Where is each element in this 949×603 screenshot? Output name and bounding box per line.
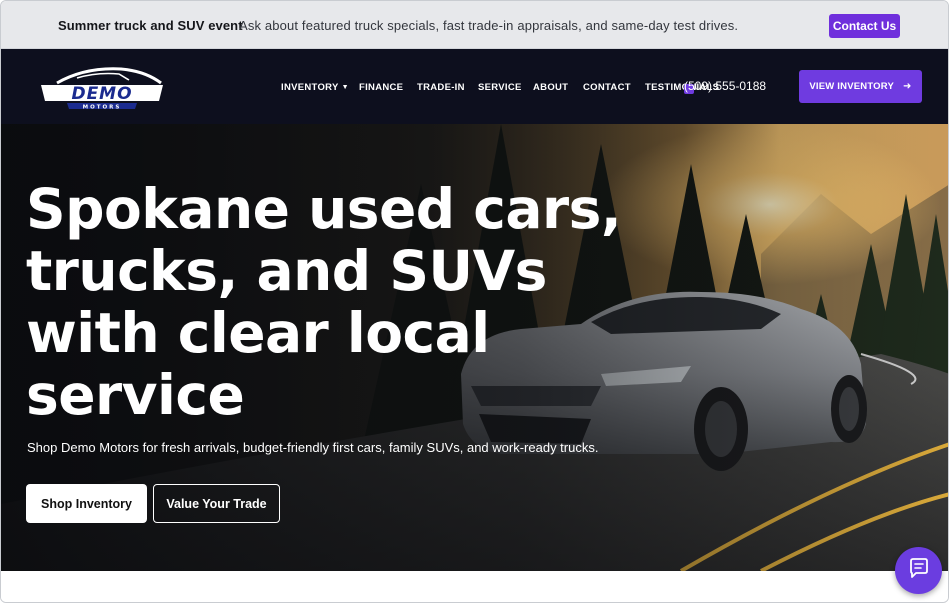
page-content-below-hero [1, 571, 948, 602]
announcement-bar: Summer truck and SUV event Ask about fea… [1, 1, 948, 49]
contact-us-button[interactable]: Contact Us [829, 14, 900, 38]
hero-heading: Spokane used cars, trucks, and SUVs with… [26, 177, 622, 427]
nav-finance[interactable]: FINANCE [359, 82, 403, 93]
nav-inventory[interactable]: INVENTORY ▼ [281, 82, 349, 93]
nav-inventory-label: INVENTORY [281, 82, 339, 93]
hero-subtitle: Shop Demo Motors for fresh arrivals, bud… [27, 440, 599, 455]
main-navigation: INVENTORY ▼ FINANCE TRADE-IN SERVICE ABOU… [1, 49, 948, 124]
announcement-message: Ask about featured truck specials, fast … [239, 18, 739, 33]
announcement-title: Summer truck and SUV event [58, 18, 243, 33]
nav-trade-in[interactable]: TRADE-IN [417, 82, 465, 93]
value-your-trade-button[interactable]: Value Your Trade [153, 484, 280, 523]
nav-service[interactable]: SERVICE [478, 82, 522, 93]
nav-about[interactable]: ABOUT [533, 82, 568, 93]
chat-bubble-icon [908, 557, 930, 584]
hero-section: Spokane used cars, trucks, and SUVs with… [1, 124, 948, 571]
view-inventory-button[interactable]: VIEW INVENTORY ➜ [799, 70, 922, 103]
chat-widget-button[interactable] [895, 547, 942, 594]
chevron-down-icon: ▼ [341, 84, 349, 91]
site-header: DEMO MOTORS INVENTORY ▼ FINANCE TRADE-IN … [1, 49, 948, 124]
nav-contact[interactable]: CONTACT [583, 82, 631, 93]
browser-viewport: Summer truck and SUV event Ask about fea… [0, 0, 949, 603]
shop-inventory-button[interactable]: Shop Inventory [26, 484, 147, 523]
view-inventory-label: VIEW INVENTORY [809, 81, 895, 92]
phone-link[interactable]: (509) 555-0188 [684, 79, 766, 93]
arrow-right-icon: ➜ [903, 81, 912, 92]
